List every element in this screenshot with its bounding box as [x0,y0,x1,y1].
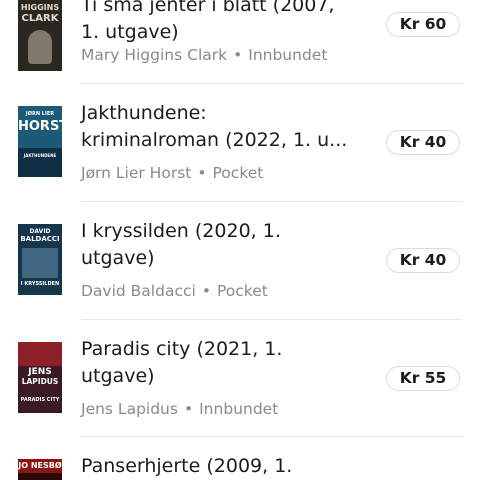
cover-art [22,248,58,278]
book-meta: Jens Lapidus • Innbundet [81,400,278,418]
book-meta: Jørn Lier Horst • Pocket [81,164,263,182]
book-title[interactable]: Paradis city (2021, 1. utgave) [81,336,371,390]
list-item[interactable]: JØRN LIER HORST JAKTHUNDENE Jakthundene:… [0,84,480,201]
separator-dot: • [183,400,194,418]
book-cover[interactable]: DAVID BALDACCI I KRYSSILDEN [18,224,62,295]
price-badge[interactable]: Kr 55 [386,366,460,391]
cover-art [18,342,62,366]
book-meta: David Baldacci • Pocket [81,282,268,300]
book-title[interactable]: Ti små jenter i blått (2007, 1. utgave) [81,0,371,46]
book-format: Pocket [216,282,268,300]
cover-text: LAPIDUS [21,377,59,386]
cover-text: JO NESBØ [18,461,62,470]
cover-text: BALDACCI [20,235,60,243]
cover-text: HIGGINS [20,3,60,12]
separator-dot: • [233,46,243,64]
list-item[interactable]: JO NESBØ Panserhjerte (2009, 1. [0,437,480,480]
list-item[interactable]: HIGGINS CLARK Ti små jenter i blått (200… [0,0,480,79]
book-author: Mary Higgins Clark [81,46,228,64]
price-badge[interactable]: Kr 60 [386,12,460,37]
cover-text: JENS [28,367,52,377]
cover-text: HORST [18,119,62,134]
price-badge[interactable]: Kr 40 [386,130,460,155]
cover-text: PARADIS CITY [20,397,60,403]
book-title[interactable]: I kryssilden (2020, 1. utgave) [81,218,371,272]
price-badge[interactable]: Kr 40 [386,248,460,273]
list-item[interactable]: JENS LAPIDUS PARADIS CITY Paradis city (… [0,320,480,437]
book-format: Innbundet [248,46,328,64]
cover-art [28,30,52,64]
book-author: David Baldacci [81,282,196,300]
book-format: Pocket [212,164,264,182]
book-title[interactable]: Jakthundene: kriminalroman (2022, 1. u..… [81,100,371,154]
cover-text: CLARK [21,13,59,24]
book-format: Innbundet [199,400,279,418]
cover-text: JAKTHUNDENE [23,153,57,158]
book-cover[interactable]: JO NESBØ [18,459,62,480]
separator-dot: • [197,164,207,182]
separator-dot: • [201,282,211,300]
book-cover[interactable]: JENS LAPIDUS PARADIS CITY [18,342,62,413]
list-item[interactable]: DAVID BALDACCI I KRYSSILDEN I kryssilden… [0,202,480,319]
cover-text: JØRN LIER [25,111,55,117]
book-author: Jørn Lier Horst [81,164,192,182]
book-title[interactable]: Panserhjerte (2009, 1. [81,453,371,480]
book-cover[interactable]: HIGGINS CLARK [18,0,62,71]
book-cover[interactable]: JØRN LIER HORST JAKTHUNDENE [18,106,62,177]
cover-text: I KRYSSILDEN [20,281,60,287]
book-author: Jens Lapidus [81,400,178,418]
cover-art [18,473,62,480]
book-meta: Mary Higgins Clark • Innbundet [81,46,327,64]
